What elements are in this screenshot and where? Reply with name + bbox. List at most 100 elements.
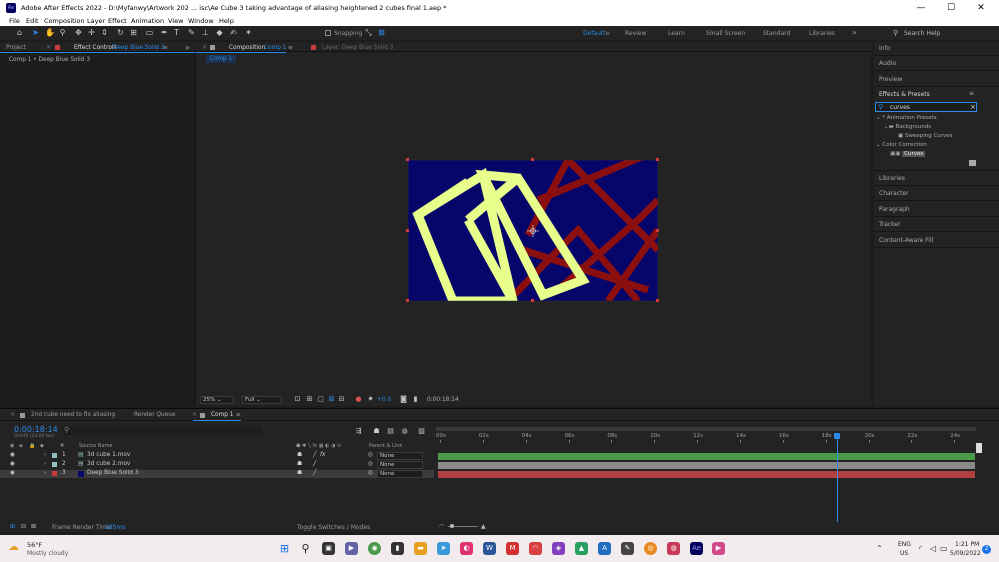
character-panel-tab[interactable]: Character [879, 190, 909, 197]
frame-blending-icon[interactable]: ▤ [386, 427, 395, 436]
search-icon[interactable]: ⚲ [299, 542, 312, 555]
selection-tool-icon[interactable]: ➤ [31, 28, 40, 37]
panel-menu-icon[interactable]: ≡ [163, 45, 168, 51]
menu-effect[interactable]: Effect [108, 17, 127, 25]
draft-3d-icon[interactable]: ⇶ [354, 427, 363, 436]
m-app-icon[interactable]: M [506, 542, 519, 555]
layer-duration-bar[interactable] [438, 471, 975, 478]
info-panel-tab[interactable]: Info [879, 45, 890, 52]
volume-icon[interactable]: ◁ [930, 544, 936, 553]
timeline-current-time[interactable]: 0:00:18:14 [14, 425, 58, 434]
layer-label-color[interactable] [52, 462, 57, 467]
shy-layers-icon[interactable]: ☗ [372, 427, 381, 436]
terminal-icon[interactable]: ▮ [391, 542, 404, 555]
minimize-button[interactable]: — [906, 0, 936, 16]
layer-row[interactable]: ◉ › 2 ▤ 3d cube 2.mov ☗ ╱ ◎ None [0, 461, 434, 469]
tab-effect-controls-layer[interactable]: Deep Blue Solid 3 [113, 45, 164, 51]
expand-layer-icon[interactable]: › [44, 461, 46, 467]
pen-tool-icon[interactable]: ✒ [160, 28, 169, 37]
expand-layer-icon[interactable]: › [44, 470, 46, 476]
graph-editor-icon[interactable]: ▨ [417, 427, 426, 436]
layer-row[interactable]: ◉ › 1 ▤ 3d cube 1.mov ☗ ╱ fx ◎ None [0, 452, 434, 460]
region-of-interest-icon[interactable]: ⊡ [293, 395, 302, 404]
tab-layer-viewer[interactable]: Layer: Deep Blue Solid 3 [322, 45, 393, 51]
exposure-value[interactable]: +0.0 [377, 397, 391, 403]
teams-icon[interactable]: ▶ [345, 542, 358, 555]
shy-switch-icon[interactable]: ☗ [297, 470, 302, 476]
pick-whip-icon[interactable]: ◎ [368, 452, 373, 458]
menu-file[interactable]: File [9, 17, 20, 25]
hand-tool-icon[interactable]: ✋ [45, 28, 55, 37]
workspace-learn[interactable]: Learn [668, 30, 685, 37]
tracker-panel-tab[interactable]: Tracker [879, 221, 901, 228]
panel-menu-icon[interactable]: ≡ [236, 412, 241, 418]
orbit-camera-icon[interactable]: ✥ [74, 28, 83, 37]
snap-feature-icon[interactable]: ⊠ [377, 28, 386, 37]
clock-date[interactable]: 5/09/2022 [950, 550, 981, 557]
zoom-in-icon[interactable]: ▲ [481, 523, 486, 530]
eye-icon[interactable]: ◉ [10, 461, 15, 467]
tab-composition-name[interactable]: Comp 1 [264, 45, 286, 51]
menu-composition[interactable]: Composition [44, 17, 85, 25]
layer-name[interactable]: 3d cube 1.mov [87, 452, 130, 458]
puppet-pin-icon[interactable]: ✶ [244, 28, 253, 37]
tab-effect-controls[interactable]: Effect Controls [74, 45, 117, 51]
close-tab-icon[interactable]: × [46, 45, 51, 51]
expand-layer-icon[interactable]: › [44, 452, 46, 458]
effects-presets-panel-tab[interactable]: Effects & Presets [879, 91, 930, 98]
store-icon[interactable]: ➤ [437, 542, 450, 555]
3d-view-icon[interactable]: ⊟ [337, 395, 346, 404]
tab-composition-label[interactable]: Composition [229, 45, 265, 51]
comp-breadcrumb[interactable]: Comp 1 [206, 55, 236, 63]
tree-sweeping-curves[interactable]: ▣ Sweeping Curves [898, 133, 953, 139]
word-icon[interactable]: W [483, 542, 496, 555]
tab-comp-1[interactable]: Comp 1 [211, 412, 233, 418]
quality-switch-icon[interactable]: ╱ [313, 452, 317, 458]
mask-visibility-icon[interactable]: ▢ [316, 395, 325, 404]
roto-brush-icon[interactable]: ✍ [229, 28, 238, 37]
app-icon[interactable]: ◐ [460, 542, 473, 555]
pan-camera-icon[interactable]: ✛ [87, 28, 96, 37]
snapshot-icon[interactable]: ◙ [399, 395, 408, 404]
quality-switch-icon[interactable]: ╱ [313, 470, 317, 476]
rotate-tool-icon[interactable]: ↻ [116, 28, 125, 37]
menu-window[interactable]: Window [188, 17, 214, 25]
workspace-standard[interactable]: Standard [763, 30, 790, 37]
eraser-tool-icon[interactable]: ◆ [215, 28, 224, 37]
layer-label-color[interactable] [52, 471, 57, 476]
viewer-timecode[interactable]: 0:00:18:14 [427, 397, 459, 403]
chrome-icon[interactable]: ◉ [368, 542, 381, 555]
workspace-libraries[interactable]: Libraries [809, 30, 835, 37]
layer-switches-toggle-icon[interactable]: ⊞ [10, 523, 15, 530]
layer-label-color[interactable] [52, 453, 57, 458]
stretch-toggle-icon[interactable]: ⊠ [31, 523, 36, 530]
timeline-search-input[interactable]: ⚲ [62, 426, 262, 435]
weather-temp[interactable]: 56°F [27, 541, 42, 549]
snapping-checkbox[interactable] [325, 30, 331, 36]
rectangle-tool-icon[interactable]: ▭ [145, 28, 154, 37]
tree-animation-presets[interactable]: ⌄ * Animation Presets [876, 115, 937, 121]
composition-viewer[interactable] [197, 66, 870, 392]
new-bin-icon[interactable] [969, 160, 976, 166]
search-help-field[interactable]: ⚲ Search Help [893, 29, 983, 38]
adobe-app-icon[interactable]: A [598, 542, 611, 555]
color-management-icon[interactable]: ✷ [366, 395, 375, 404]
column-parent-link[interactable]: Parent & Link [369, 443, 402, 449]
brush-tool-icon[interactable]: ✎ [187, 28, 196, 37]
tree-backgrounds[interactable]: ⌄▬ Backgrounds [884, 124, 931, 130]
parent-dropdown[interactable]: None [377, 470, 423, 478]
blender-icon[interactable]: ◎ [644, 542, 657, 555]
after-effects-taskbar-icon[interactable]: Ae [690, 542, 703, 555]
workspace-menu-icon[interactable]: ≡ [605, 30, 610, 37]
menu-edit[interactable]: Edit [26, 17, 39, 25]
effects-search-input[interactable]: ⚲ curves × [875, 102, 977, 112]
tab-render-queue[interactable]: Render Queue [134, 412, 176, 418]
notification-badge[interactable]: 2 [982, 545, 991, 554]
toggle-switches-modes[interactable]: Toggle Switches / Modes [297, 524, 370, 531]
layer-duration-bar[interactable] [438, 462, 975, 469]
show-snapshot-icon[interactable]: ▮ [411, 395, 420, 404]
menu-view[interactable]: View [168, 17, 183, 25]
playhead[interactable] [833, 433, 840, 439]
modes-toggle-icon[interactable]: ⊟ [21, 523, 26, 530]
tab-project[interactable]: Project [6, 45, 26, 51]
